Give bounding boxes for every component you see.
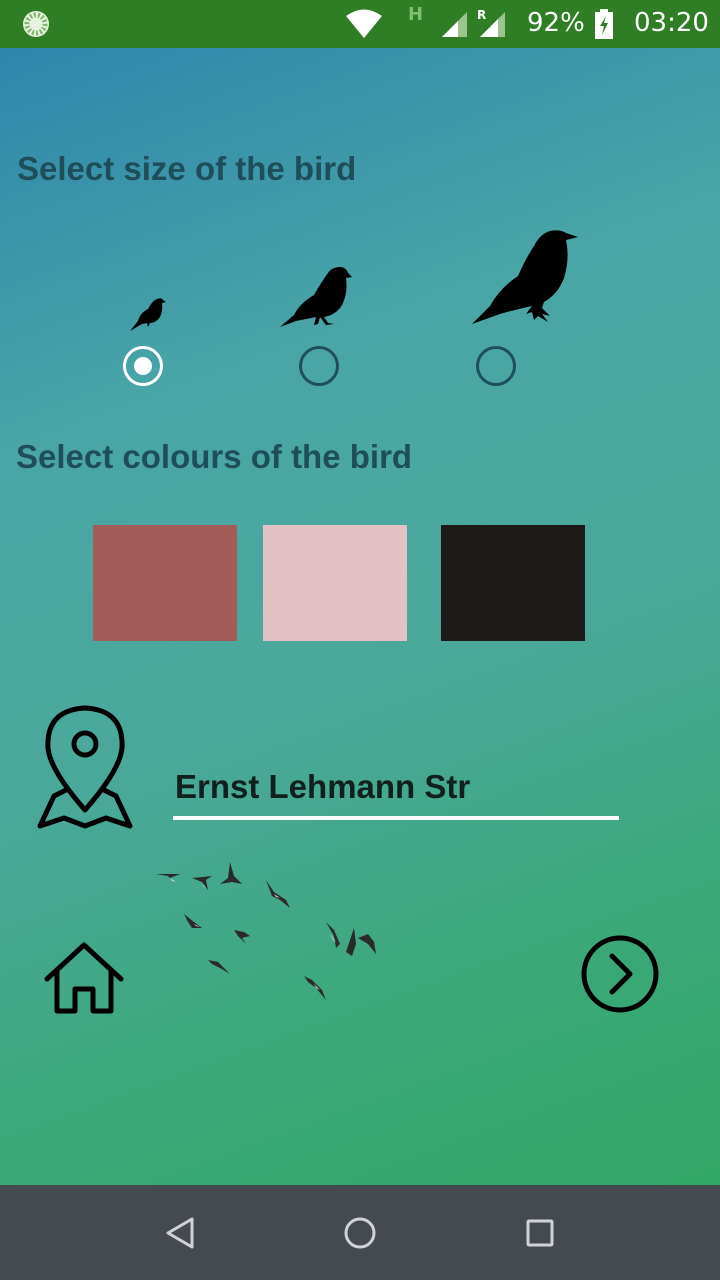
large-bird-icon[interactable]	[470, 228, 580, 328]
network-type-label: H	[408, 4, 424, 25]
bird-flock-image	[156, 862, 376, 1000]
home-circle-icon[interactable]	[340, 1213, 380, 1253]
app-notification-icon	[23, 11, 49, 37]
size-small-radio[interactable]	[123, 346, 163, 386]
status-bar: H R 92% 03:20	[0, 0, 720, 48]
back-triangle-icon[interactable]	[160, 1213, 200, 1253]
signal-icon	[442, 12, 467, 37]
medium-bird-icon[interactable]	[278, 265, 352, 329]
small-bird-icon[interactable]	[128, 291, 166, 333]
signal-roaming-icon	[480, 12, 505, 37]
home-icon[interactable]	[43, 941, 125, 1015]
battery-charging-icon	[595, 9, 613, 39]
wifi-icon	[346, 9, 382, 38]
system-nav-bar	[0, 1185, 720, 1280]
colour-swatch-rose[interactable]	[93, 525, 237, 641]
colour-swatch-pink[interactable]	[263, 525, 407, 641]
clock: 03:20	[634, 8, 709, 38]
main-screen: Select size of the bird Select colours o…	[0, 48, 720, 1185]
size-large-radio[interactable]	[476, 346, 516, 386]
map-pin-icon	[37, 705, 133, 829]
battery-percentage: 92%	[527, 8, 585, 38]
recents-square-icon[interactable]	[520, 1213, 560, 1253]
size-medium-radio[interactable]	[299, 346, 339, 386]
colour-swatch-black[interactable]	[441, 525, 585, 641]
chevron-right-circle-icon[interactable]	[580, 934, 660, 1014]
location-input[interactable]	[173, 764, 619, 820]
size-section-title: Select size of the bird	[17, 150, 357, 187]
colour-section-title: Select colours of the bird	[16, 438, 413, 475]
